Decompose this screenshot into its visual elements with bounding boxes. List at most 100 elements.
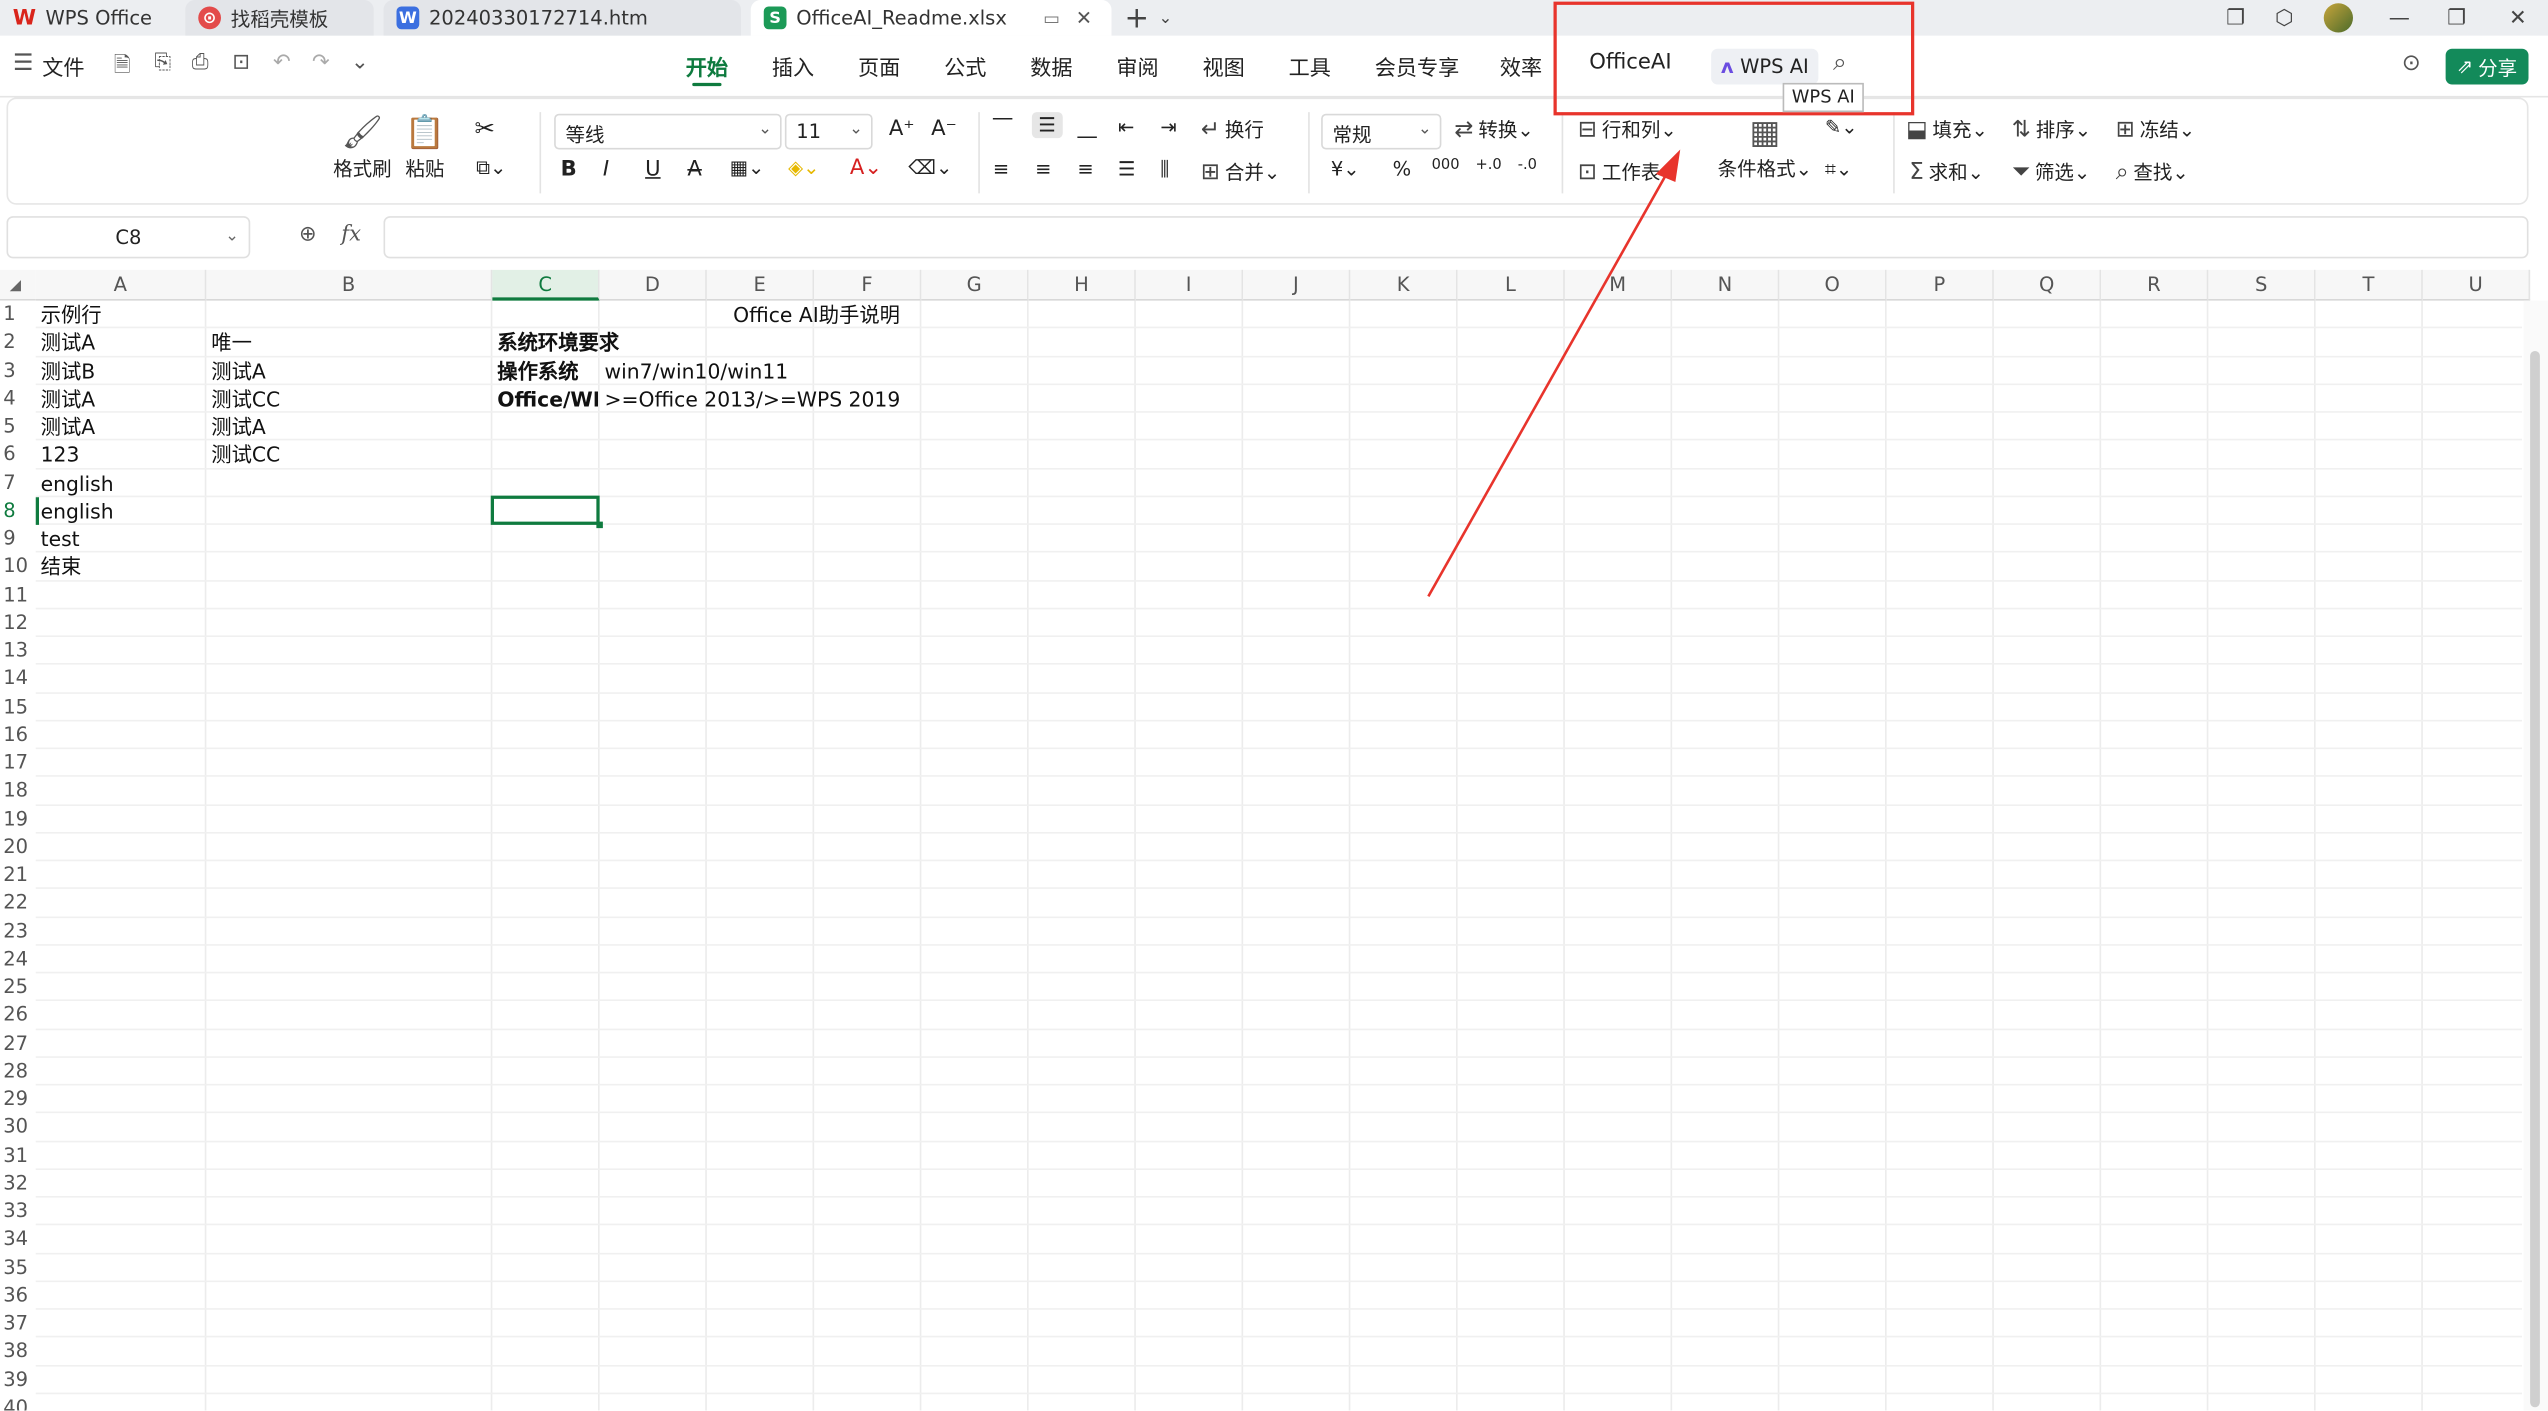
- menu-data[interactable]: 数据: [1030, 50, 1072, 81]
- search-icon[interactable]: ⌕: [1833, 47, 1847, 76]
- column-header[interactable]: Q: [1993, 269, 2102, 301]
- justify-icon[interactable]: ☰: [1118, 158, 1135, 181]
- cell-b4[interactable]: 测试CC: [206, 385, 490, 413]
- column-header[interactable]: R: [2101, 269, 2209, 301]
- column-header[interactable]: C: [492, 269, 600, 301]
- increase-decimal-button[interactable]: +.0: [1476, 158, 1502, 174]
- align-bottom-icon[interactable]: ⎽: [1077, 115, 1097, 139]
- decrease-font-icon[interactable]: A⁻: [931, 117, 957, 141]
- cell-c2[interactable]: 系统环境要求: [492, 329, 915, 357]
- chevron-down-icon[interactable]: ⌄: [1159, 0, 1173, 36]
- cell-d4[interactable]: >=Office 2013/>=WPS 2019: [600, 385, 1023, 413]
- align-left-icon[interactable]: ≡: [993, 158, 1009, 181]
- row-header[interactable]: 35: [0, 1253, 36, 1282]
- find-button[interactable]: ⌕ 查找 ⌄: [2116, 158, 2189, 186]
- row-header[interactable]: 36: [0, 1281, 36, 1310]
- menu-efficiency[interactable]: 效率: [1500, 50, 1542, 81]
- cell-c1-merged-title[interactable]: Office AI助手说明: [492, 301, 1136, 329]
- row-header[interactable]: 8: [0, 496, 36, 525]
- column-header[interactable]: U: [2422, 269, 2531, 301]
- paste-button[interactable]: 📋 粘贴: [405, 112, 445, 182]
- menu-review[interactable]: 审阅: [1116, 50, 1158, 81]
- row-header[interactable]: 30: [0, 1113, 36, 1142]
- cell-a4[interactable]: 测试A: [36, 385, 205, 413]
- menu-view[interactable]: 视图: [1203, 50, 1245, 81]
- font-color-button[interactable]: A ⌄: [850, 156, 882, 180]
- strikethrough-button[interactable]: A: [687, 158, 701, 182]
- row-header[interactable]: 26: [0, 1001, 36, 1030]
- cell-style-icon[interactable]: ✎⌄: [1825, 115, 1858, 138]
- column-header[interactable]: I: [1135, 269, 1244, 301]
- save-icon[interactable]: 🗎: [114, 50, 131, 86]
- spreadsheet-grid[interactable]: ◢ A B C D E F G H I J K L M N O P Q R S T U 1 2 3 4 5 6 7 8 9 10 11 12 13…: [0, 269, 2548, 1411]
- cell-c4[interactable]: Office/WPS: [492, 385, 598, 413]
- row-header[interactable]: 23: [0, 917, 36, 946]
- column-header[interactable]: F: [814, 269, 922, 301]
- share-button[interactable]: ⇗ 分享: [2445, 48, 2529, 85]
- wrap-text-button[interactable]: ↵ 换行: [1201, 115, 1264, 143]
- column-header[interactable]: L: [1457, 269, 1565, 301]
- column-header[interactable]: T: [2315, 269, 2423, 301]
- wps-ai-button[interactable]: ʌ WPS AI: [1711, 48, 1819, 85]
- row-header[interactable]: 7: [0, 468, 36, 497]
- formula-input[interactable]: [383, 216, 2529, 259]
- menu-member[interactable]: 会员专享: [1375, 50, 1460, 81]
- column-header[interactable]: P: [1886, 269, 1994, 301]
- distribute-icon[interactable]: ⫼: [1160, 158, 1169, 182]
- row-header[interactable]: 14: [0, 665, 36, 694]
- bold-button[interactable]: B: [561, 158, 577, 182]
- cell-b3[interactable]: 测试A: [206, 357, 490, 385]
- column-header[interactable]: A: [35, 269, 207, 301]
- column-header[interactable]: J: [1243, 269, 1351, 301]
- cell-a1[interactable]: 示例行: [36, 301, 205, 329]
- pin-icon[interactable]: ▭: [1043, 7, 1060, 28]
- fill-handle[interactable]: [596, 521, 603, 529]
- fill-button[interactable]: ⬓ 填充 ⌄: [1906, 115, 1988, 143]
- row-header[interactable]: 20: [0, 833, 36, 862]
- align-middle-icon[interactable]: ☰: [1031, 112, 1063, 139]
- avatar[interactable]: [2323, 3, 2353, 33]
- row-header[interactable]: 33: [0, 1197, 36, 1226]
- customize-qat-icon[interactable]: ⌄: [351, 50, 369, 74]
- italic-button[interactable]: I: [603, 158, 609, 182]
- tab-htm-document[interactable]: W 20240330172714.htm: [383, 0, 741, 36]
- menu-insert[interactable]: 插入: [772, 50, 814, 81]
- row-header[interactable]: 3: [0, 356, 36, 385]
- column-header[interactable]: G: [921, 269, 1029, 301]
- window-layout-icon[interactable]: ❐: [2226, 0, 2245, 36]
- row-header[interactable]: 24: [0, 945, 36, 974]
- hamburger-icon[interactable]: ☰: [13, 50, 33, 76]
- row-header[interactable]: 40: [0, 1393, 36, 1411]
- vertical-scroll-thumb[interactable]: [2530, 351, 2540, 1408]
- row-header[interactable]: 10: [0, 552, 36, 581]
- format-painter-button[interactable]: 🖌 格式刷: [333, 112, 392, 182]
- menu-home[interactable]: 开始: [686, 50, 728, 87]
- cell-a3[interactable]: 测试B: [36, 357, 205, 385]
- border-icon[interactable]: ▦⌄: [730, 156, 765, 179]
- select-all-corner[interactable]: ◢: [0, 269, 36, 301]
- copy-icon[interactable]: ⧉⌄: [476, 156, 506, 180]
- cell-b6[interactable]: 测试CC: [206, 441, 490, 469]
- row-header[interactable]: 1: [0, 300, 36, 329]
- row-header[interactable]: 9: [0, 524, 36, 553]
- row-header[interactable]: 25: [0, 973, 36, 1002]
- row-header[interactable]: 31: [0, 1141, 36, 1170]
- row-header[interactable]: 12: [0, 608, 36, 637]
- cell-b2[interactable]: 唯一: [206, 329, 490, 357]
- row-header[interactable]: 29: [0, 1085, 36, 1114]
- filter-button[interactable]: ⏷ 筛选 ⌄: [2012, 158, 2090, 186]
- column-header[interactable]: O: [1779, 269, 1887, 301]
- align-top-icon[interactable]: ⎺: [993, 115, 1013, 139]
- zoom-formula-icon[interactable]: ⊕: [299, 223, 317, 247]
- row-header[interactable]: 37: [0, 1309, 36, 1338]
- menu-tools[interactable]: 工具: [1289, 50, 1331, 81]
- menu-formula[interactable]: 公式: [944, 50, 986, 81]
- cell-a10[interactable]: 结束: [36, 553, 205, 581]
- font-size-select[interactable]: 11 ⌄: [784, 113, 873, 150]
- cell-a7[interactable]: english: [36, 469, 205, 497]
- increase-font-icon[interactable]: A⁺: [889, 117, 915, 141]
- cut-icon[interactable]: ✂: [475, 114, 495, 143]
- freeze-button[interactable]: ⊞ 冻结 ⌄: [2116, 115, 2195, 143]
- redo-icon[interactable]: ↷: [312, 50, 330, 74]
- cell-a6[interactable]: 123: [36, 441, 205, 469]
